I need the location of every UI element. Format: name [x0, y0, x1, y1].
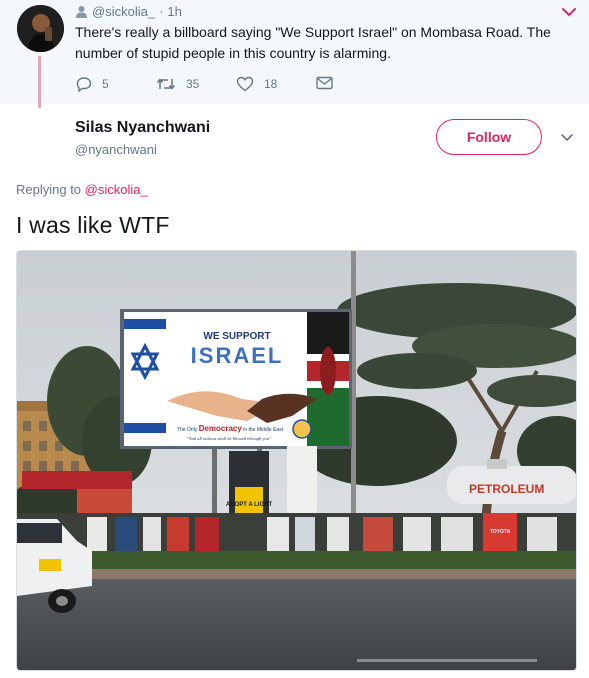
- retweet-action[interactable]: 35: [156, 76, 199, 92]
- author-name[interactable]: Silas Nyanchwani: [75, 118, 210, 138]
- envelope-icon[interactable]: [316, 76, 333, 90]
- follow-button[interactable]: Follow: [436, 119, 542, 155]
- replying-mention-link[interactable]: @sickolia_: [85, 182, 148, 197]
- tweet-author[interactable]: Silas Nyanchwani @nyanchwani: [75, 118, 210, 157]
- parent-tweet-text: There's really a billboard saying "We Su…: [75, 24, 551, 61]
- adopt-a-light-sign: ADOPT A LIGHT: [226, 502, 273, 508]
- replying-prefix: Replying to: [16, 182, 82, 197]
- direct-message-action[interactable]: [316, 76, 333, 90]
- reply-count: 5: [102, 77, 109, 91]
- like-count: 18: [264, 77, 278, 91]
- replying-to-line: Replying to @sickolia_: [16, 182, 148, 197]
- parent-handle[interactable]: @sickolia_: [92, 4, 155, 19]
- truck-lettering: PETROLEUM: [469, 482, 544, 496]
- billboard-photo: PETROLEUM WE SUPPORT ISRAEL The Only Dem…: [17, 251, 576, 670]
- parent-tweet[interactable]: @sickolia_ · 1h There's really a billboa…: [0, 0, 589, 108]
- toyota-sign: TOYOTA: [490, 529, 511, 535]
- reply-icon[interactable]: [76, 76, 92, 92]
- billboard-headline-2: ISRAEL: [191, 343, 284, 368]
- avatar-photo: [17, 5, 64, 52]
- tweet-text: I was like WTF: [16, 212, 170, 238]
- retweet-icon[interactable]: [156, 76, 176, 92]
- billboard-verse: "And all nations shall be blessed throug…: [187, 436, 271, 441]
- thread-connector-line: [38, 56, 41, 108]
- parent-avatar[interactable]: [17, 5, 64, 52]
- author-handle[interactable]: @nyanchwani: [75, 142, 210, 157]
- chevron-down-icon[interactable]: [561, 6, 577, 18]
- chevron-down-icon[interactable]: [560, 133, 574, 142]
- tweet-photo[interactable]: PETROLEUM WE SUPPORT ISRAEL The Only Dem…: [16, 250, 577, 671]
- parent-tweet-meta: @sickolia_ · 1h: [75, 4, 182, 19]
- heart-icon[interactable]: [236, 76, 254, 92]
- retweet-count: 35: [186, 77, 200, 91]
- like-action[interactable]: 18: [236, 76, 277, 92]
- meta-separator: ·: [159, 4, 164, 19]
- user-icon: [76, 6, 87, 18]
- billboard-headline-1: WE SUPPORT: [203, 331, 270, 342]
- reply-action[interactable]: 5: [76, 76, 109, 92]
- parent-time[interactable]: 1h: [167, 4, 181, 19]
